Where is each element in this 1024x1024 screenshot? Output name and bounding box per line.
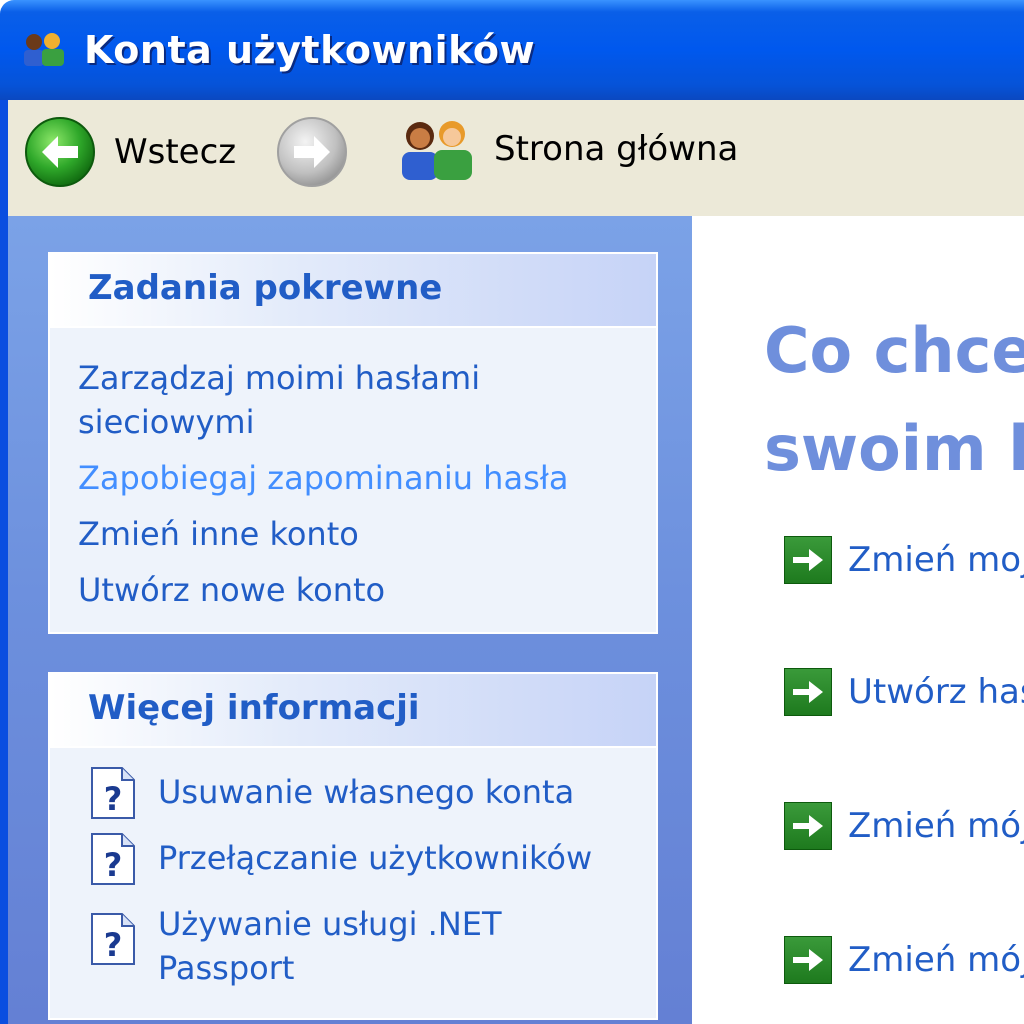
prevent-forgotten-password-link[interactable]: Zapobiegaj zapominaniu hasła — [78, 456, 656, 500]
manage-network-passwords-link[interactable]: Zarządzaj moimi hasłami sieciowymi — [78, 356, 498, 444]
help-document-icon: ? — [91, 767, 135, 819]
forward-button[interactable] — [276, 116, 348, 188]
task-change-name[interactable]: Zmień moja — [784, 536, 1024, 584]
create-new-account-link[interactable]: Utwórz nowe konto — [78, 568, 656, 612]
task-label: Zmień mój o — [848, 806, 1024, 846]
task-change-picture[interactable]: Zmień mój o — [784, 802, 1024, 850]
green-arrow-icon — [784, 668, 832, 716]
more-info-header[interactable]: Więcej informacji — [50, 674, 656, 748]
related-tasks-panel: Zadania pokrewne Zarządzaj moimi hasłami… — [48, 252, 658, 634]
delete-own-account-link[interactable]: Usuwanie własnego konta — [158, 770, 574, 814]
task-create-password[interactable]: Utwórz has — [784, 668, 1024, 716]
related-tasks-title: Zadania pokrewne — [88, 268, 443, 308]
window-frame-left — [0, 100, 8, 1024]
home-button[interactable]: Strona główna — [396, 116, 738, 182]
task-pane: Zadania pokrewne Zarządzaj moimi hasłami… — [8, 216, 692, 1024]
task-label: Zmień mój l — [848, 940, 1024, 980]
task-label: Utwórz has — [848, 672, 1024, 712]
help-document-icon: ? — [91, 833, 135, 885]
more-info-panel: Więcej informacji ? Usuwanie własnego ko… — [48, 672, 658, 1020]
users-icon — [24, 33, 64, 66]
back-label: Wstecz — [114, 132, 237, 172]
task-change-account-type[interactable]: Zmień mój l — [784, 936, 1024, 984]
back-button[interactable]: Wstecz — [24, 116, 236, 188]
svg-text:?: ? — [104, 846, 123, 884]
back-arrow-icon — [25, 117, 95, 187]
more-info-title: Więcej informacji — [88, 688, 420, 728]
heading-line-1: Co chce — [764, 314, 1024, 387]
toolbar: Wstecz Strona główna — [8, 100, 1024, 218]
heading-line-2: swoim k — [764, 412, 1024, 485]
help-item[interactable]: ? Używanie usługi .NET Passport — [90, 902, 656, 990]
svg-text:?: ? — [104, 926, 123, 964]
switch-users-link[interactable]: Przełączanie użytkowników — [158, 836, 592, 880]
net-passport-link[interactable]: Używanie usługi .NET Passport — [158, 902, 538, 990]
related-tasks-header[interactable]: Zadania pokrewne — [50, 254, 656, 328]
title-bar[interactable]: Konta użytkowników — [0, 0, 1024, 100]
task-label: Zmień moja — [848, 540, 1024, 580]
help-document-icon: ? — [91, 913, 135, 965]
main-content: Co chce swoim k Zmień moja Utwórz has Zm… — [692, 216, 1024, 1024]
svg-text:?: ? — [104, 780, 123, 818]
users-home-icon — [402, 121, 472, 180]
home-label: Strona główna — [494, 129, 739, 169]
change-other-account-link[interactable]: Zmień inne konto — [78, 512, 656, 556]
page-heading: Co chce swoim k — [764, 302, 1024, 498]
forward-arrow-icon — [277, 117, 347, 187]
window-title: Konta użytkowników — [84, 28, 536, 72]
green-arrow-icon — [784, 936, 832, 984]
help-item[interactable]: ? Usuwanie własnego konta — [90, 767, 656, 820]
green-arrow-icon — [784, 536, 832, 584]
green-arrow-icon — [784, 802, 832, 850]
help-item[interactable]: ? Przełączanie użytkowników — [90, 833, 656, 886]
